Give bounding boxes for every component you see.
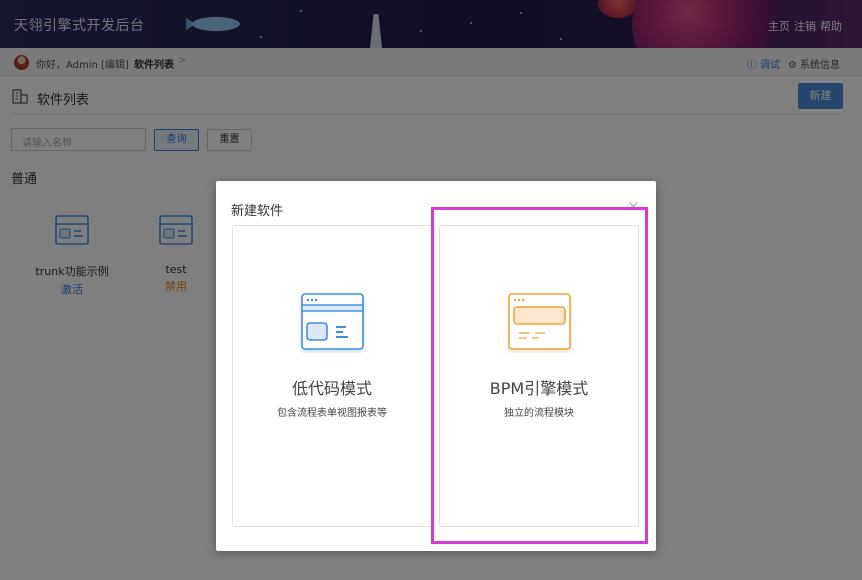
low-code-window-icon [301,293,364,350]
option-title: 低代码模式 [291,379,372,398]
highlight-box [431,207,648,544]
dialog-title: 新建软件 [231,204,284,219]
option-description: 包含流程表单视图报表等 [277,408,387,419]
low-code-mode-option[interactable]: 低代码模式 包含流程表单视图报表等 [232,225,432,527]
